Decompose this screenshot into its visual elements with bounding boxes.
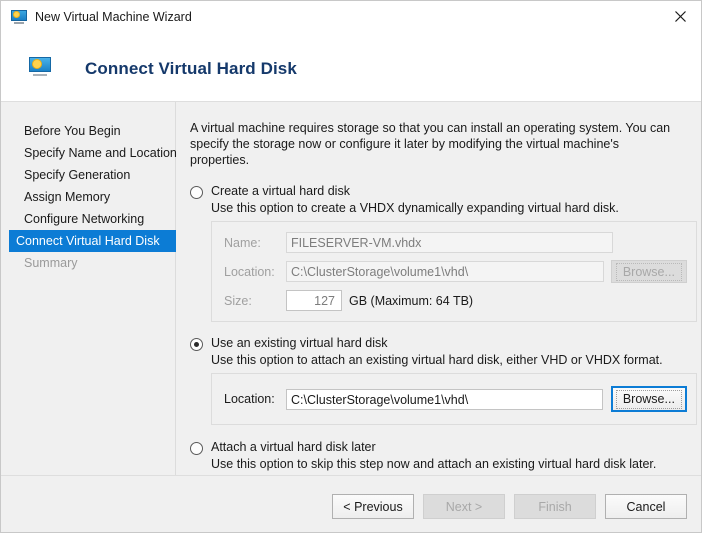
wizard-steps-sidebar: Before You Begin Specify Name and Locati… — [1, 102, 176, 475]
finish-button: Finish — [514, 494, 596, 519]
size-label: Size: — [224, 294, 286, 308]
name-label: Name: — [224, 236, 286, 250]
option-create-description: Use this option to create a VHDX dynamic… — [211, 201, 687, 215]
size-unit-text: GB (Maximum: 64 TB) — [349, 294, 473, 308]
new-virtual-machine-wizard-window: New Virtual Machine Wizard Connect Virtu… — [0, 0, 702, 533]
location-input: C:\ClusterStorage\volume1\vhd\ — [286, 261, 604, 282]
sidebar-item-connect-virtual-hard-disk[interactable]: Connect Virtual Hard Disk — [9, 230, 176, 252]
wizard-body: Before You Begin Specify Name and Locati… — [1, 102, 702, 475]
page-title: Connect Virtual Hard Disk — [85, 59, 297, 79]
option-create-virtual-hard-disk[interactable]: Create a virtual hard disk — [190, 184, 687, 199]
existing-disk-fields-group: Location: C:\ClusterStorage\volume1\vhd\… — [211, 373, 697, 425]
virtual-machine-icon — [29, 57, 51, 77]
virtual-machine-icon — [11, 9, 27, 25]
option-existing-label: Use an existing virtual hard disk — [211, 336, 387, 350]
option-later-label: Attach a virtual hard disk later — [211, 440, 376, 454]
window-title: New Virtual Machine Wizard — [35, 10, 192, 24]
sidebar-item-summary: Summary — [9, 252, 175, 274]
next-button-label: Next > — [441, 499, 487, 515]
sidebar-item-specify-name-and-location[interactable]: Specify Name and Location — [9, 142, 175, 164]
create-disk-fields-group: Name: FILESERVER-VM.vhdx Location: C:\Cl… — [211, 221, 697, 322]
next-button: Next > — [423, 494, 505, 519]
option-create-label: Create a virtual hard disk — [211, 184, 350, 198]
sidebar-item-assign-memory[interactable]: Assign Memory — [9, 186, 175, 208]
sidebar-item-configure-networking[interactable]: Configure Networking — [9, 208, 175, 230]
browse-button-create-label: Browse... — [616, 263, 682, 281]
size-field-row: Size: 127 GB (Maximum: 64 TB) — [224, 290, 687, 311]
radio-create-virtual-hard-disk[interactable] — [190, 186, 203, 199]
browse-button-existing[interactable]: Browse... — [611, 386, 687, 412]
sidebar-item-specify-generation[interactable]: Specify Generation — [9, 164, 175, 186]
existing-location-label: Location: — [224, 392, 286, 406]
wizard-header: Connect Virtual Hard Disk — [1, 33, 702, 102]
option-use-existing-virtual-hard-disk[interactable]: Use an existing virtual hard disk — [190, 336, 687, 351]
location-field-row: Location: C:\ClusterStorage\volume1\vhd\… — [224, 260, 687, 283]
finish-button-label: Finish — [533, 499, 576, 515]
size-input: 127 — [286, 290, 342, 311]
location-label: Location: — [224, 265, 286, 279]
intro-text: A virtual machine requires storage so th… — [190, 120, 672, 168]
title-bar: New Virtual Machine Wizard — [1, 1, 702, 33]
radio-attach-later[interactable] — [190, 442, 203, 455]
browse-button-create: Browse... — [611, 260, 687, 283]
existing-location-field-row: Location: C:\ClusterStorage\volume1\vhd\… — [224, 386, 687, 412]
cancel-button-label: Cancel — [622, 499, 671, 515]
sidebar-item-before-you-begin[interactable]: Before You Begin — [9, 120, 175, 142]
previous-button[interactable]: < Previous — [332, 494, 414, 519]
radio-use-existing-virtual-hard-disk[interactable] — [190, 338, 203, 351]
wizard-footer: < Previous Next > Finish Cancel — [1, 475, 702, 533]
option-later-description: Use this option to skip this step now an… — [211, 457, 687, 471]
close-icon[interactable] — [657, 1, 702, 32]
name-field-row: Name: FILESERVER-VM.vhdx — [224, 232, 687, 253]
name-input: FILESERVER-VM.vhdx — [286, 232, 613, 253]
wizard-main-panel: A virtual machine requires storage so th… — [176, 102, 702, 475]
cancel-button[interactable]: Cancel — [605, 494, 687, 519]
browse-button-existing-label: Browse... — [616, 390, 682, 409]
footer-button-group: < Previous Next > Finish Cancel — [332, 494, 687, 519]
existing-location-input[interactable]: C:\ClusterStorage\volume1\vhd\ — [286, 389, 603, 410]
option-existing-description: Use this option to attach an existing vi… — [211, 353, 687, 367]
option-attach-later[interactable]: Attach a virtual hard disk later — [190, 440, 687, 455]
previous-button-label: < Previous — [338, 499, 407, 515]
